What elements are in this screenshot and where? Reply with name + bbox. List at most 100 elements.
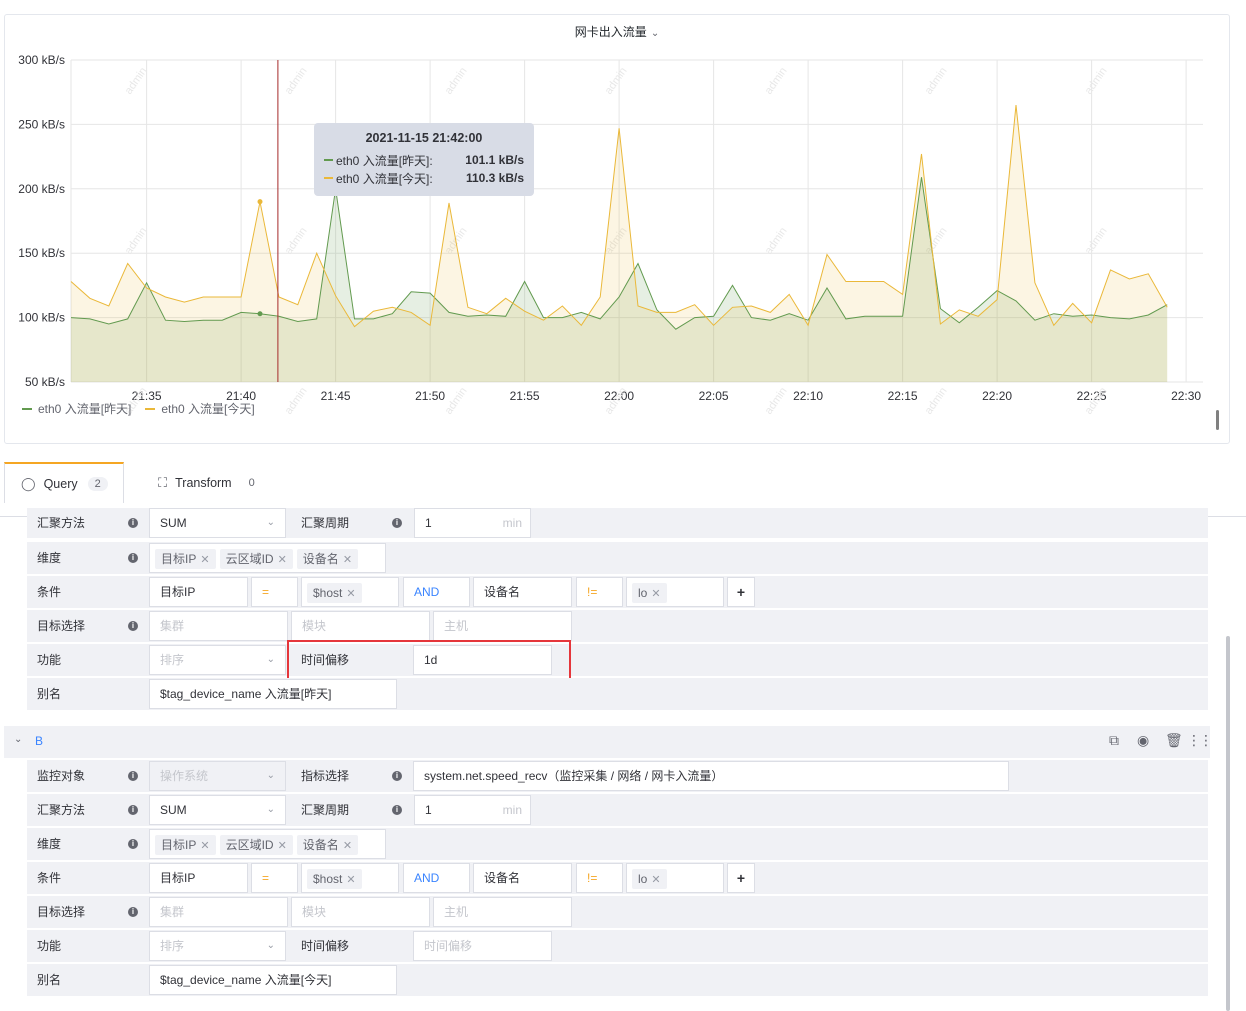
chart-tooltip: 2021-11-15 21:42:00 eth0 入流量[昨天]: 101.1 …: [314, 123, 534, 196]
drag-handle-icon[interactable]: ⋮⋮: [1187, 732, 1213, 749]
agg-method-select[interactable]: SUM ⌄: [149, 795, 286, 825]
close-icon[interactable]: ✕: [346, 874, 355, 886]
condition-operator-select[interactable]: =: [251, 863, 298, 893]
dimension-tag[interactable]: 目标IP ✕: [155, 548, 216, 569]
watermark: admin: [123, 65, 150, 96]
cluster-select[interactable]: 集群: [149, 897, 288, 927]
add-condition-button[interactable]: +: [727, 863, 755, 893]
condition-value-select[interactable]: $host ✕: [301, 863, 399, 893]
close-icon[interactable]: ✕: [278, 840, 287, 852]
chevron-down-icon[interactable]: ⌄: [14, 734, 22, 745]
agg-method-select[interactable]: SUM ⌄: [149, 508, 286, 538]
condition-value-tag[interactable]: $host ✕: [307, 868, 362, 889]
condition-value-select[interactable]: lo ✕: [626, 577, 724, 607]
time-offset-input[interactable]: 时间偏移: [413, 931, 552, 961]
tag-label: 设备名: [302, 551, 339, 566]
legend-item[interactable]: eth0 入流量[今天]: [145, 400, 255, 417]
page-scrollbar[interactable]: [1226, 636, 1230, 1011]
condition-operator-select[interactable]: !=: [576, 577, 623, 607]
condition-operator-select[interactable]: =: [251, 577, 298, 607]
condition-label: 条件: [37, 585, 62, 599]
x-tick-label: 22:30: [1171, 389, 1201, 403]
condition-logic-select[interactable]: AND: [403, 577, 470, 607]
y-tick-label: 200 kB/s: [18, 182, 65, 196]
eye-icon[interactable]: ◉: [1137, 732, 1149, 749]
query-b-name: B: [35, 734, 44, 748]
dimension-tag[interactable]: 云区域ID ✕: [219, 834, 293, 855]
tab-query-count: 2: [87, 476, 108, 491]
condition-operator-select[interactable]: !=: [576, 863, 623, 893]
info-icon: i: [128, 839, 138, 849]
info-icon: i: [128, 553, 138, 563]
query-b-header[interactable]: ⌄ B ⧉ ◉ 🗑 ⋮⋮: [4, 726, 1213, 758]
traffic-chart[interactable]: 50 kB/s 100 kB/s 150 kB/s 200 kB/s 250 kB/s 3…: [0, 0, 1246, 445]
close-icon[interactable]: ✕: [346, 588, 355, 600]
y-tick-label: 100 kB/s: [18, 311, 65, 325]
condition-value-tag[interactable]: lo ✕: [632, 582, 667, 603]
condition-value-select[interactable]: lo ✕: [626, 863, 724, 893]
host-select[interactable]: 主机: [433, 611, 572, 641]
agg-period-unit: min: [502, 516, 522, 530]
tooltip-series-name: eth0 入流量[昨天]:: [336, 153, 433, 168]
query-b-alias-row: 别名 $tag_device_name 入流量[今天]: [27, 964, 1208, 996]
dimension-select[interactable]: 目标IP ✕ 云区域ID ✕ 设备名 ✕: [149, 829, 386, 859]
watermark: admin: [763, 385, 790, 416]
dimension-tag[interactable]: 设备名 ✕: [296, 548, 359, 569]
legend-swatch: [145, 407, 156, 410]
query-b-agg-row: 汇聚方法 i SUM ⌄ 汇聚周期 i 1 min: [27, 794, 1208, 826]
x-tick-label: 21:55: [510, 389, 540, 403]
info-icon: i: [128, 621, 138, 631]
query-a-target-row: 目标选择 i 集群 模块 主机: [27, 610, 1208, 642]
dimension-select[interactable]: 目标IP ✕ 云区域ID ✕ 设备名 ✕: [149, 543, 386, 573]
alias-input[interactable]: $tag_device_name 入流量[昨天]: [149, 679, 397, 709]
condition-field-select[interactable]: 设备名: [473, 863, 572, 893]
function-select[interactable]: 排序 ⌄: [149, 645, 286, 675]
query-b-func-row: 功能 排序 ⌄ 时间偏移 时间偏移: [27, 930, 1208, 962]
panel-scrollbar[interactable]: [1216, 410, 1219, 430]
dimension-tag[interactable]: 设备名 ✕: [296, 834, 359, 855]
cluster-select[interactable]: 集群: [149, 611, 288, 641]
dimension-tag[interactable]: 云区域ID ✕: [219, 548, 293, 569]
module-select[interactable]: 模块: [291, 897, 430, 927]
function-placeholder: 排序: [160, 653, 185, 667]
module-select[interactable]: 模块: [291, 611, 430, 641]
trash-icon[interactable]: 🗑: [1165, 732, 1183, 749]
close-icon[interactable]: ✕: [343, 840, 352, 852]
function-select[interactable]: 排序 ⌄: [149, 931, 286, 961]
alias-input[interactable]: $tag_device_name 入流量[今天]: [149, 965, 397, 995]
close-icon[interactable]: ✕: [200, 554, 209, 566]
host-select[interactable]: 主机: [433, 897, 572, 927]
agg-period-input[interactable]: 1 min: [414, 508, 531, 538]
close-icon[interactable]: ✕: [278, 554, 287, 566]
metric-select[interactable]: system.net.speed_recv（监控采集 / 网络 / 网卡入流量）: [413, 761, 1009, 791]
close-icon[interactable]: ✕: [651, 588, 660, 600]
watermark: admin: [923, 65, 950, 96]
alias-label: 别名: [37, 687, 62, 701]
legend-item[interactable]: eth0 入流量[昨天]: [22, 400, 131, 417]
close-icon[interactable]: ✕: [343, 554, 352, 566]
copy-icon[interactable]: ⧉: [1109, 732, 1119, 749]
condition-field-select[interactable]: 目标IP: [149, 577, 248, 607]
dimension-tag[interactable]: 目标IP ✕: [155, 834, 216, 855]
add-condition-button[interactable]: +: [727, 577, 755, 607]
watermark: admin: [123, 225, 150, 256]
highlight-box: [287, 640, 571, 681]
agg-period-input[interactable]: 1 min: [414, 795, 531, 825]
legend-label: eth0 入流量[昨天]: [38, 402, 132, 416]
x-tick-label: 22:15: [888, 389, 918, 403]
tab-transform[interactable]: ⛶ Transform 0: [158, 462, 262, 503]
tab-query[interactable]: ◯ Query 2: [4, 462, 124, 503]
condition-field-select[interactable]: 设备名: [473, 577, 572, 607]
condition-value-tag[interactable]: $host ✕: [307, 582, 362, 603]
legend-swatch: [22, 407, 32, 410]
agg-period-unit: min: [502, 803, 522, 817]
condition-field-select[interactable]: 目标IP: [149, 863, 248, 893]
close-icon[interactable]: ✕: [651, 874, 660, 886]
condition-value-tag[interactable]: lo ✕: [632, 868, 667, 889]
condition-logic-select[interactable]: AND: [403, 863, 470, 893]
tag-label: $host: [313, 871, 343, 886]
database-icon: ◯: [21, 475, 36, 491]
close-icon[interactable]: ✕: [200, 840, 209, 852]
tag-label: 云区域ID: [225, 837, 274, 852]
condition-value-select[interactable]: $host ✕: [301, 577, 399, 607]
